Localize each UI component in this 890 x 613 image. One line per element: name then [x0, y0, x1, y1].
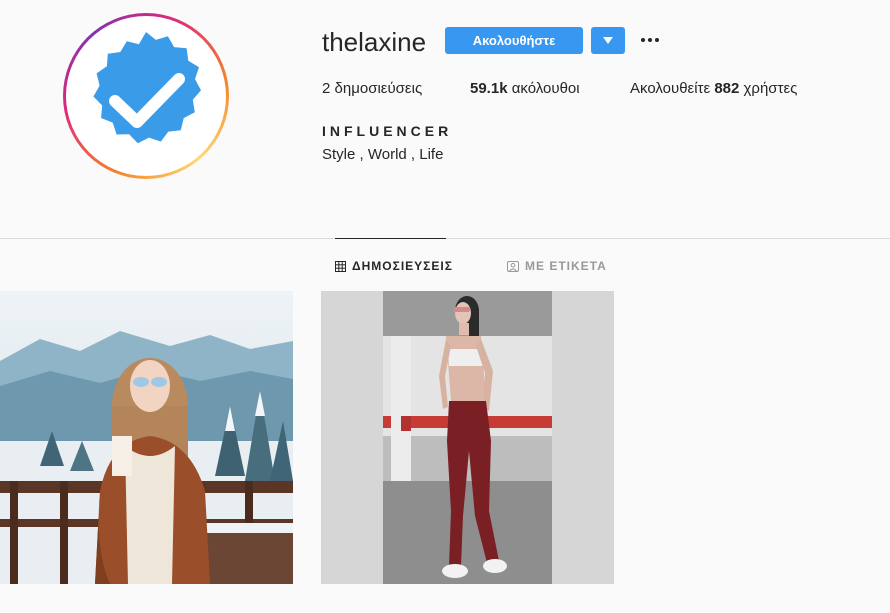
tab-posts[interactable]: ΔΗΜΟΣΙΕΥΣΕΙΣ — [335, 259, 453, 273]
avatar-image — [66, 16, 226, 176]
bio-name: INFLUENCER — [322, 123, 453, 139]
grid-icon — [335, 260, 346, 272]
profile-username: thelaxine — [322, 27, 427, 57]
tab-tagged-label: ΜΕ ΕΤΙΚΕΤΑ — [525, 259, 607, 273]
following-prefix: Ακολουθείτε — [630, 80, 711, 97]
active-tab-indicator — [335, 238, 446, 239]
bio-text: Style , World , Life — [322, 146, 444, 163]
more-options-button[interactable] — [638, 27, 662, 53]
post-thumbnail-2[interactable] — [321, 291, 614, 584]
tab-posts-label: ΔΗΜΟΣΙΕΥΣΕΙΣ — [352, 259, 453, 273]
followers-count: 59.1k — [470, 80, 508, 97]
posts-count-stat: 2 δημοσιεύσεις — [322, 80, 422, 98]
following-suffix: χρήστες — [743, 80, 798, 97]
posts-label: δημοσιεύσεις — [334, 80, 423, 97]
post-thumbnail-1[interactable] — [0, 291, 293, 584]
suggestions-dropdown-button[interactable] — [591, 27, 625, 54]
post-image-fitness — [321, 291, 614, 584]
tab-tagged[interactable]: ΜΕ ΕΤΙΚΕΤΑ — [507, 259, 607, 273]
tagged-icon — [507, 260, 519, 272]
profile-page: thelaxine Ακολουθήστε 2 δημοσιεύσεις 59.… — [0, 0, 890, 613]
caret-down-icon — [603, 37, 613, 44]
verified-badge-icon — [93, 32, 201, 144]
avatar[interactable] — [63, 13, 229, 179]
post-image-winter — [0, 291, 293, 584]
followers-label: ακόλουθοι — [511, 80, 580, 97]
following-count: 882 — [714, 80, 740, 97]
more-dots-icon — [641, 38, 659, 42]
following-stat[interactable]: Ακολουθείτε 882 χρήστες — [630, 80, 797, 98]
follow-button[interactable]: Ακολουθήστε — [445, 27, 583, 54]
posts-count: 2 — [322, 80, 331, 97]
followers-stat[interactable]: 59.1k ακόλουθοι — [470, 80, 580, 98]
